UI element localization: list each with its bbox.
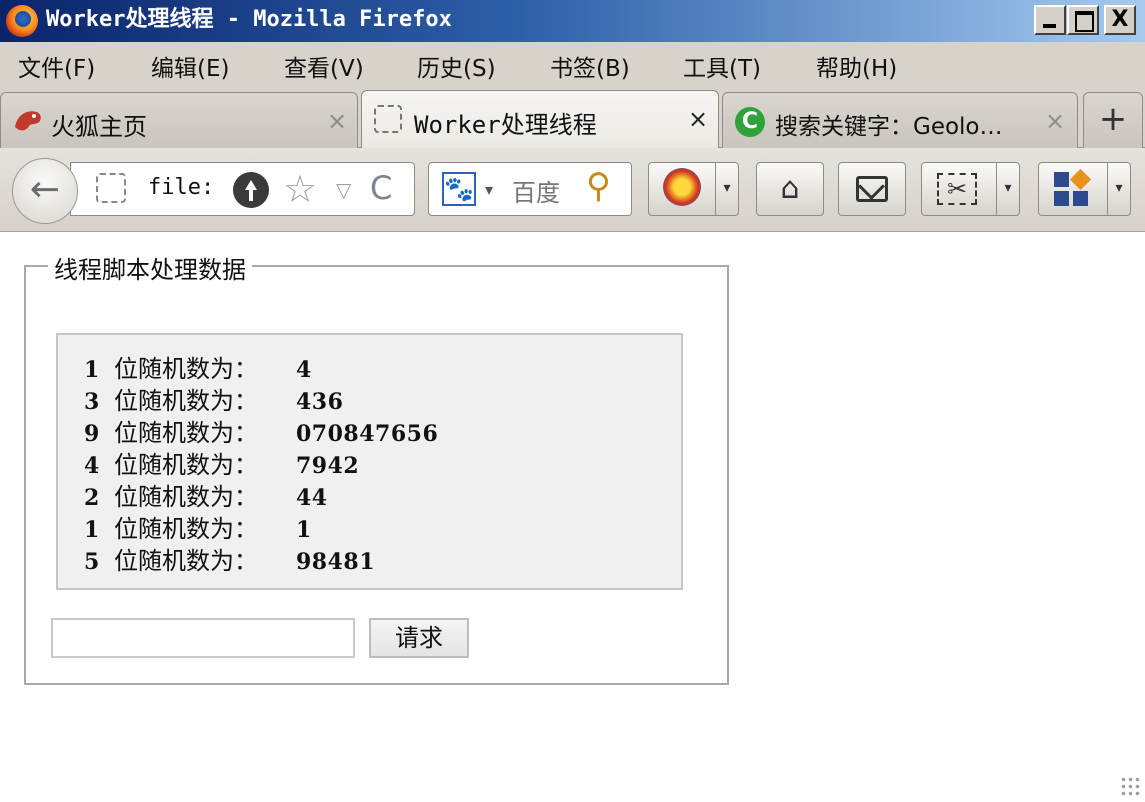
close-icon: X	[1111, 7, 1129, 32]
result-value: 44	[296, 485, 328, 511]
minimize-button[interactable]	[1034, 5, 1066, 35]
result-digit-count: 1	[84, 357, 100, 383]
apps-grid-icon	[1054, 168, 1092, 206]
mail-icon	[856, 176, 888, 202]
window-title: Worker处理线程 - Mozilla Firefox	[46, 7, 452, 32]
new-tab-button[interactable]: +	[1083, 92, 1143, 148]
result-digit-count: 2	[84, 485, 100, 511]
result-line: 3 位随机数为： 436	[84, 381, 344, 415]
result-line: 9 位随机数为： 070847656	[84, 413, 439, 447]
apps-dropdown-button[interactable]: ▾	[1107, 162, 1131, 216]
result-label: 位随机数为：	[114, 483, 258, 511]
site-identity-icon	[96, 173, 126, 203]
menu-edit[interactable]: 编辑(E)	[151, 49, 284, 83]
result-digit-count: 1	[84, 517, 100, 543]
green-c-icon: C	[735, 107, 765, 137]
request-input[interactable]	[51, 618, 355, 658]
result-label: 位随机数为：	[114, 547, 258, 575]
tab-worker[interactable]: Worker处理线程 ×	[361, 90, 719, 148]
home-icon: ⌂	[780, 171, 800, 206]
result-value: 070847656	[296, 421, 439, 447]
result-digit-count: 5	[84, 549, 100, 575]
screenshot-scissors-icon: ✂	[937, 173, 977, 205]
url-text[interactable]: file:	[148, 175, 214, 200]
go-upload-icon[interactable]	[233, 172, 269, 208]
search-icon[interactable]: ⚲	[586, 166, 611, 206]
menu-tools[interactable]: 工具(T)	[683, 49, 816, 83]
fieldset-legend: 线程脚本处理数据	[48, 250, 252, 285]
tab-search-keyword[interactable]: C 搜索关键字：Geolo… ×	[722, 92, 1078, 148]
addon-dropdown-button[interactable]: ▾	[715, 162, 739, 216]
result-label: 位随机数为：	[114, 515, 258, 543]
result-label: 位随机数为：	[114, 355, 258, 383]
tab-label: 搜索关键字：Geolo…	[775, 114, 1003, 140]
window-title-bar: Worker处理线程 - Mozilla Firefox X	[0, 0, 1145, 42]
tab-strip: 火狐主页 × Worker处理线程 × C 搜索关键字：Geolo… × +	[0, 90, 1145, 148]
result-line: 1 位随机数为： 1	[84, 509, 312, 543]
menu-bar: 文件(F) 编辑(E) 查看(V) 历史(S) 书签(B) 工具(T) 帮助(H…	[0, 42, 1145, 90]
result-label: 位随机数为：	[114, 387, 258, 415]
tab-close-icon[interactable]: ×	[327, 107, 347, 135]
request-button[interactable]: 请求	[369, 618, 469, 658]
result-digit-count: 3	[84, 389, 100, 415]
menu-bookmarks[interactable]: 书签(B)	[550, 49, 683, 83]
blank-page-icon	[374, 105, 402, 133]
screenshot-dropdown-button[interactable]: ▾	[996, 162, 1020, 216]
search-input[interactable]: 百度	[512, 173, 560, 208]
addon-badge-icon	[663, 168, 701, 206]
result-label: 位随机数为：	[114, 419, 258, 447]
menu-help[interactable]: 帮助(H)	[816, 49, 949, 83]
menu-view[interactable]: 查看(V)	[284, 49, 417, 83]
url-dropdown-icon[interactable]: ▽	[336, 178, 351, 202]
maximize-button[interactable]	[1067, 5, 1099, 35]
tab-firefox-home[interactable]: 火狐主页 ×	[0, 92, 358, 148]
back-button[interactable]: ←	[12, 158, 78, 224]
resize-grip-icon[interactable]	[1120, 776, 1142, 798]
close-window-button[interactable]: X	[1104, 5, 1136, 35]
result-value: 7942	[296, 453, 360, 479]
result-value: 436	[296, 389, 344, 415]
menu-history[interactable]: 历史(S)	[417, 49, 550, 83]
firefox-logo-icon	[6, 5, 38, 37]
tab-label: 火狐主页	[51, 113, 147, 141]
result-line: 2 位随机数为： 44	[84, 477, 328, 511]
result-digit-count: 4	[84, 453, 100, 479]
result-value: 4	[296, 357, 312, 383]
result-line: 4 位随机数为： 7942	[84, 445, 360, 479]
result-line: 1 位随机数为： 4	[84, 349, 312, 383]
firefox-fox-icon	[15, 111, 41, 131]
result-label: 位随机数为：	[114, 451, 258, 479]
bookmark-star-icon[interactable]: ☆	[283, 167, 317, 211]
tab-close-icon[interactable]: ×	[688, 105, 708, 133]
result-line: 5 位随机数为： 98481	[84, 541, 376, 575]
result-digit-count: 9	[84, 421, 100, 447]
back-arrow-icon: ←	[29, 169, 61, 210]
result-value: 98481	[296, 549, 376, 575]
search-engine-dropdown-icon[interactable]: ▾	[485, 180, 493, 199]
result-value: 1	[296, 517, 312, 543]
tab-label: Worker处理线程	[414, 111, 597, 139]
menu-file[interactable]: 文件(F)	[18, 49, 151, 83]
tab-close-icon[interactable]: ×	[1045, 107, 1065, 135]
reload-icon[interactable]: C	[370, 169, 392, 207]
baidu-paw-icon[interactable]: 🐾	[442, 172, 476, 206]
